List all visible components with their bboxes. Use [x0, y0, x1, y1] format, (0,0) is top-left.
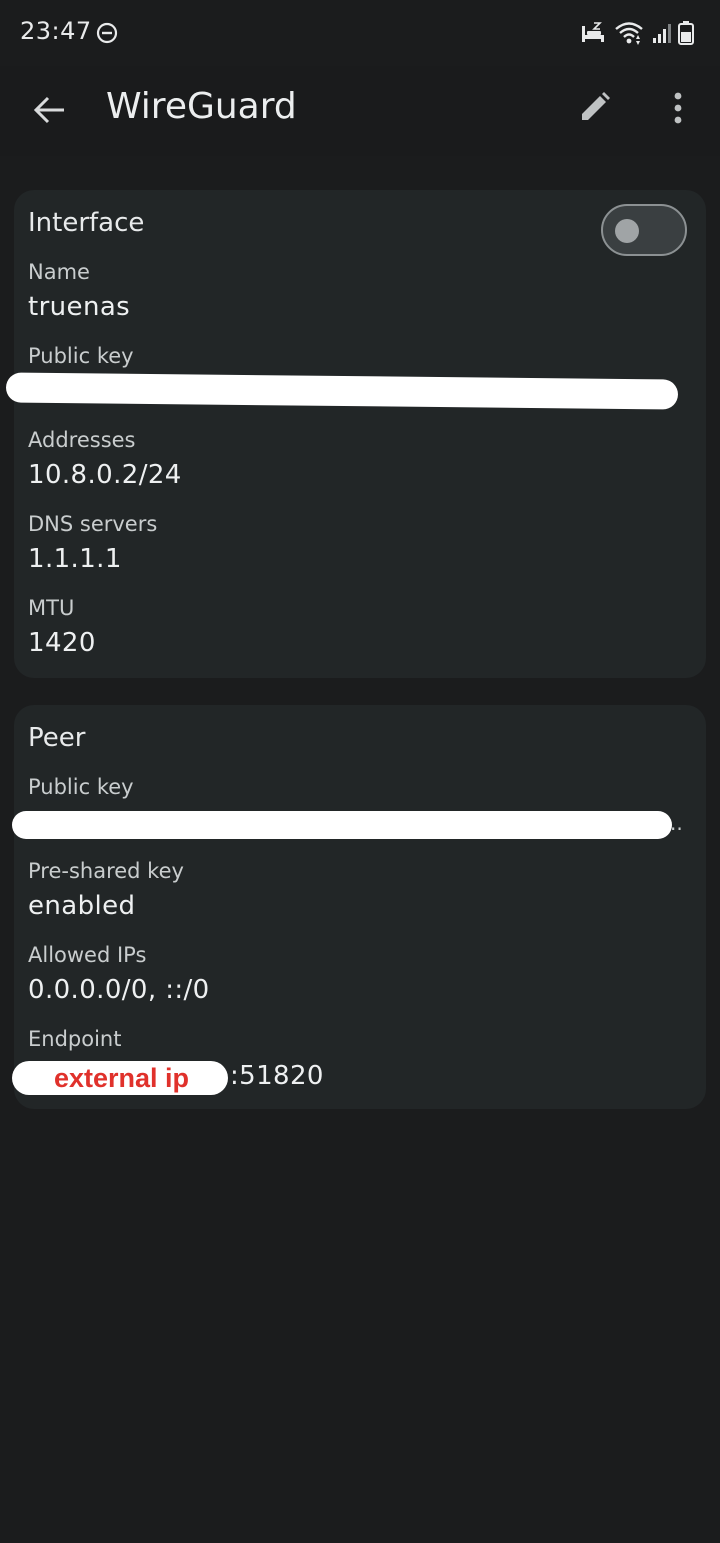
name-label: Name: [28, 260, 90, 284]
page-title: WireGuard: [106, 86, 297, 127]
sleep-mode-icon: [582, 22, 604, 42]
endpoint-annotation: external ip: [54, 1063, 190, 1093]
endpoint-label: Endpoint: [28, 1027, 122, 1051]
peer-public-key-redaction: [12, 811, 672, 839]
edit-pencil-icon[interactable]: [574, 88, 614, 128]
pre-shared-key-label: Pre-shared key: [28, 859, 184, 883]
back-arrow-icon[interactable]: [30, 90, 70, 130]
name-value: truenas: [28, 292, 131, 322]
pre-shared-key-value: enabled: [28, 891, 136, 921]
interface-card: Interface Name truenas Public key Addres…: [5, 190, 706, 678]
endpoint-value: external ip :51820: [12, 1059, 432, 1099]
status-time: 23:47: [20, 17, 92, 45]
peer-title: Peer: [28, 723, 86, 753]
endpoint-port: :51820: [230, 1061, 324, 1091]
mtu-label: MTU: [28, 596, 75, 620]
interface-public-key-redaction: [5, 372, 679, 410]
interface-title: Interface: [28, 208, 145, 238]
allowed-ips-value: 0.0.0.0/0, ::/0: [28, 975, 210, 1005]
peer-card[interactable]: Peer Public key .. Pre-shared key enable…: [12, 705, 706, 1109]
toggle-knob: [615, 219, 639, 243]
allowed-ips-label: Allowed IPs: [28, 943, 147, 967]
do-not-disturb-icon: [96, 22, 118, 44]
peer-public-key-tail: ..: [670, 811, 683, 835]
dns-servers-label: DNS servers: [28, 512, 158, 536]
addresses-value: 10.8.0.2/24: [28, 460, 182, 490]
signal-icon: [653, 24, 671, 43]
mtu-value: 1420: [28, 628, 96, 658]
status-bar: 23:47: [0, 0, 720, 66]
dns-servers-value: 1.1.1.1: [28, 544, 122, 574]
battery-icon: [678, 21, 694, 45]
more-vert-icon[interactable]: [660, 88, 696, 128]
peer-public-key-label: Public key: [28, 775, 134, 799]
wifi-icon: [615, 22, 643, 45]
interface-toggle[interactable]: [601, 204, 687, 256]
app-bar: WireGuard: [0, 66, 720, 156]
addresses-label: Addresses: [28, 428, 136, 452]
interface-public-key-label: Public key: [28, 344, 134, 368]
